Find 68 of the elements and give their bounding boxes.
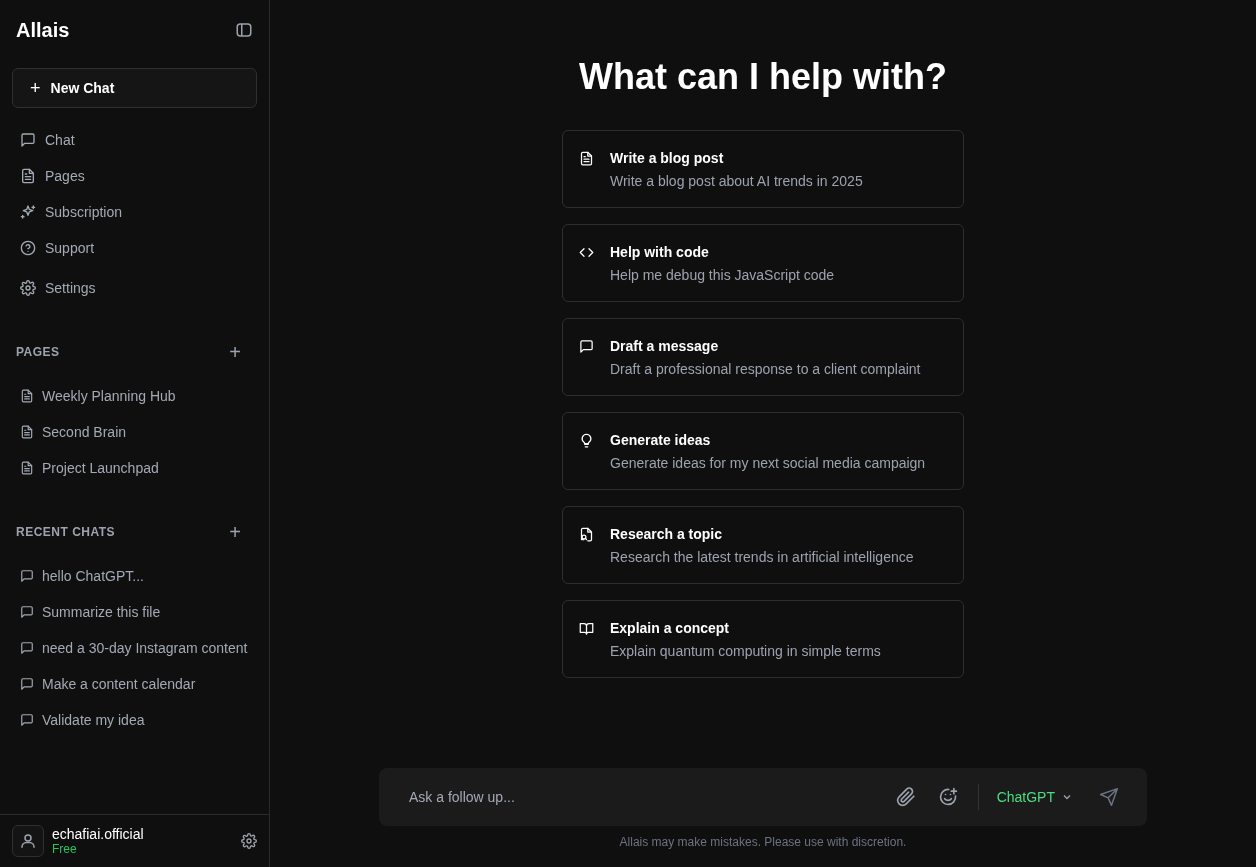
sidebar-nav-item[interactable]: Support: [12, 230, 257, 266]
document-icon: [20, 168, 36, 184]
section-heading: RECENT CHATS: [16, 525, 116, 539]
sidebar-list-item[interactable]: Second Brain: [12, 414, 257, 450]
suggestion-card[interactable]: Help with code Help me debug this JavaScript code: [562, 224, 964, 302]
suggestion-card[interactable]: Write a blog post Write a blog post about AI trends in 2025: [562, 130, 964, 208]
suggestion-card[interactable]: Draft a message Draft a professional response to a client complaint: [562, 318, 964, 396]
document-icon: [579, 151, 594, 166]
sidebar-nav-item[interactable]: Subscription: [12, 194, 257, 230]
sidebar-list-item[interactable]: Validate my idea: [12, 702, 257, 738]
add-button[interactable]: +: [229, 520, 253, 544]
sidebar-nav-item[interactable]: Settings: [12, 270, 257, 306]
paperclip-icon[interactable]: [895, 787, 916, 807]
sidebar-nav-item[interactable]: Chat: [12, 122, 257, 158]
message-input-field[interactable]: Ask a follow up... ChatGPT: [379, 768, 1147, 826]
file-search-icon: [579, 527, 594, 542]
suggestion-title: Research a topic: [610, 526, 724, 542]
speech-bubble-icon: [20, 713, 34, 727]
speech-bubble-icon: [20, 132, 36, 148]
document-icon: [20, 461, 34, 475]
suggestion-prompt: Help me debug this JavaScript code: [610, 267, 835, 283]
document-icon: [20, 389, 34, 403]
open-book-icon: [579, 621, 594, 636]
app-logo-text: Allais: [16, 18, 70, 42]
speech-bubble-icon: [20, 641, 34, 655]
document-icon: [20, 425, 34, 439]
page-heading: What can I help with?: [579, 56, 947, 98]
sparkle-icon: [20, 204, 36, 220]
avatar-icon[interactable]: [12, 825, 44, 857]
user-name: echafiai.official: [52, 826, 145, 842]
suggestion-prompt: Draft a professional response to a client complaint: [610, 361, 921, 377]
emoji-add-icon[interactable]: [937, 787, 958, 807]
code-brackets-icon: [579, 245, 594, 260]
add-button[interactable]: +: [229, 340, 253, 364]
sidebar-nav-item[interactable]: Pages: [12, 158, 257, 194]
suggestion-card[interactable]: Generate ideas Generate ideas for my next social media campaign: [562, 412, 964, 490]
suggestion-card[interactable]: Explain a concept Explain quantum computing in simple terms: [562, 600, 964, 678]
suggestion-prompt: Research the latest trends in artificial intelligence: [610, 549, 914, 565]
suggestion-title: Generate ideas: [610, 432, 712, 448]
suggestion-prompt: Generate ideas for my next social media campaign: [610, 455, 926, 471]
disclaimer-text: Allais may make mistakes. Please use with discretion.: [619, 835, 907, 849]
send-icon[interactable]: [1099, 787, 1119, 807]
speech-bubble-icon: [579, 339, 594, 354]
question-circle-icon: [20, 240, 36, 256]
suggestion-title: Write a blog post: [610, 150, 725, 166]
suggestion-title: Draft a message: [610, 338, 720, 354]
settings-icon[interactable]: [241, 833, 257, 849]
sidebar-list-item[interactable]: Summarize this file: [12, 594, 257, 630]
new-chat-button[interactable]: + New Chat: [12, 68, 257, 108]
plan-label: Free: [52, 842, 78, 856]
suggestion-prompt: Explain quantum computing in simple terms: [610, 643, 881, 659]
suggestion-title: Help with code: [610, 244, 710, 260]
sidebar-toggle-icon[interactable]: [235, 21, 253, 39]
suggestion-prompt: Write a blog post about AI trends in 2025: [610, 173, 863, 189]
speech-bubble-icon: [20, 677, 34, 691]
lightbulb-icon: [579, 433, 594, 448]
settings-icon: [20, 280, 36, 296]
sidebar-list-item[interactable]: Make a content calendar: [12, 666, 257, 702]
section-heading: PAGES: [16, 345, 60, 359]
sidebar-list-item[interactable]: Weekly Planning Hub: [12, 378, 257, 414]
suggestion-card[interactable]: Research a topic Research the latest trends in artificial intelligence: [562, 506, 964, 584]
speech-bubble-icon: [20, 569, 34, 583]
speech-bubble-icon: [20, 605, 34, 619]
sidebar-list-item[interactable]: Project Launchpad: [12, 450, 257, 486]
sidebar-list-item[interactable]: hello ChatGPT...: [12, 558, 257, 594]
model-selector[interactable]: ChatGPT: [996, 789, 1073, 805]
sidebar-list-item[interactable]: need a 30-day Instagram content: [12, 630, 257, 666]
suggestion-title: Explain a concept: [610, 620, 731, 636]
